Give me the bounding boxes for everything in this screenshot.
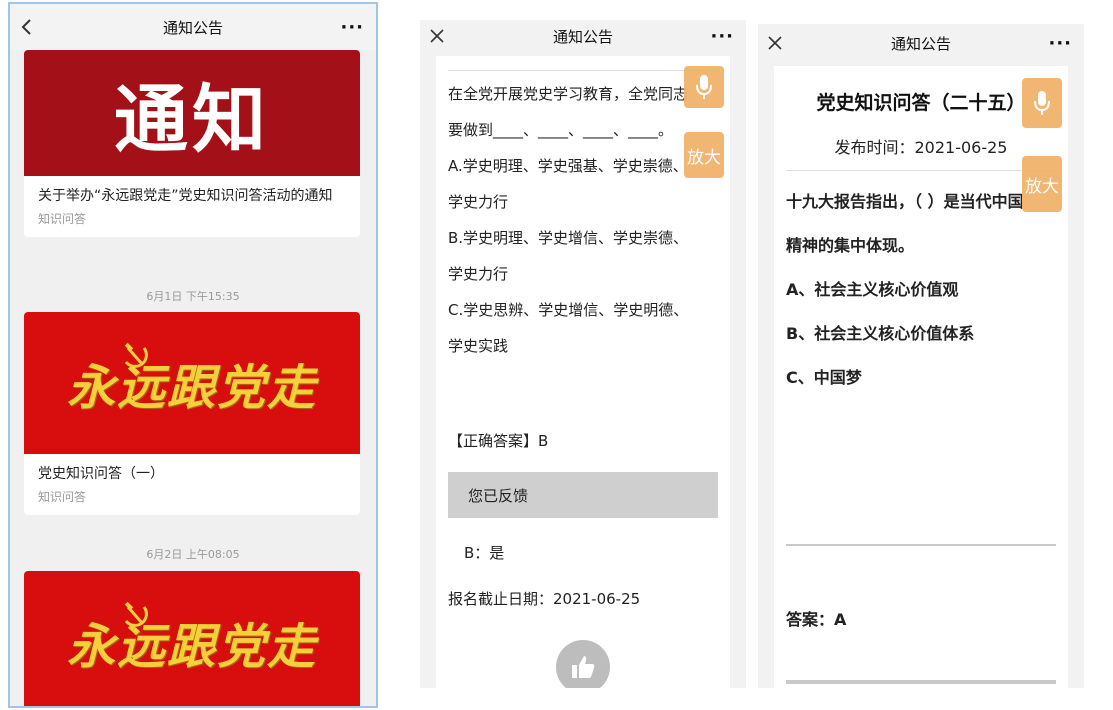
zoom-button[interactable]: 放大 <box>1022 156 1062 212</box>
microphone-icon <box>1034 91 1050 115</box>
quiz-detail-screen: 通知公告 ··· 在全党开展党史学习教育，全党同志 要做到____、____、_… <box>420 20 746 688</box>
voice-button[interactable] <box>1022 78 1062 128</box>
banner-text: 通知 <box>114 76 270 163</box>
microphone-icon <box>696 75 712 99</box>
nav-bar: 通知公告 ··· <box>420 20 746 52</box>
timestamp: 6月2日 上午08:05 <box>146 548 240 561</box>
card-tag: 知识问答 <box>38 490 87 504</box>
notice-card[interactable]: 永远跟党走 <box>24 571 360 706</box>
more-button[interactable]: ··· <box>340 4 364 50</box>
chevron-left-icon <box>21 19 31 35</box>
hammer-sickle-icon <box>124 342 148 368</box>
notice-card[interactable]: 永远跟党走 党史知识问答（一） 知识问答 <box>24 312 360 515</box>
close-icon <box>430 29 444 43</box>
option-b: B、社会主义核心价值体系 <box>786 324 975 343</box>
option-a: A、社会主义核心价值观 <box>786 280 959 299</box>
close-button[interactable] <box>430 20 444 52</box>
divider <box>448 70 718 71</box>
notice-card[interactable]: 通知 关于举办“永远跟党走”党史知识问答活动的通知 知识问答 <box>24 50 360 237</box>
card-title: 关于举办“永远跟党走”党史知识问答活动的通知 <box>38 188 333 204</box>
feedback-value: B：是 <box>464 544 505 562</box>
hammer-sickle-icon <box>124 601 148 627</box>
option-c: C.学史思辨、学史增信、学史明德、 <box>448 301 689 319</box>
nav-bar: 通知公告 ··· <box>758 24 1084 62</box>
option-b: B.学史明理、学史增信、学史崇德、 <box>448 229 689 247</box>
back-button[interactable] <box>20 4 34 50</box>
feedback-bar: 您已反馈 <box>448 472 718 518</box>
nav-title: 通知公告 <box>890 34 951 53</box>
notice-list-screen: 通知公告 ··· 通知 关于举办“永远跟党走”党史知识问答活动的通知 知识问答 … <box>8 2 378 708</box>
divider <box>786 170 1056 171</box>
like-button[interactable] <box>556 640 610 688</box>
answer: 答案：A <box>786 610 847 629</box>
divider <box>786 544 1056 546</box>
nav-title: 通知公告 <box>162 18 223 37</box>
close-button[interactable] <box>768 24 782 62</box>
question-text: 在全党开展党史学习教育，全党同志 要做到____、____、____、____。… <box>448 76 718 364</box>
thumbs-up-icon <box>572 656 595 678</box>
close-icon <box>768 36 782 50</box>
voice-button[interactable] <box>684 66 724 108</box>
option-c: C、中国梦 <box>786 368 862 387</box>
banner-text: 永远跟党走 <box>66 619 317 675</box>
timestamp: 6月1日 下午15:35 <box>146 290 240 303</box>
nav-title: 通知公告 <box>552 27 613 46</box>
divider <box>786 680 1056 684</box>
banner-text: 永远跟党走 <box>66 360 317 416</box>
nav-bar: 通知公告 ··· <box>10 4 376 50</box>
publish-time: 发布时间：2021-06-25 <box>834 138 1008 157</box>
card-tag: 知识问答 <box>38 212 87 226</box>
card-title: 党史知识问答（一） <box>38 466 164 482</box>
zoom-button[interactable]: 放大 <box>684 132 724 178</box>
option-a: A.学史明理、学史强基、学史崇德、 <box>448 157 688 175</box>
more-button[interactable]: ··· <box>710 20 734 52</box>
party-banner: 永远跟党走 <box>24 571 360 706</box>
notice-banner: 通知 <box>24 50 360 176</box>
more-button[interactable]: ··· <box>1048 24 1072 62</box>
quiz-detail-screen: 通知公告 ··· 党史知识问答（二十五） 发布时间：2021-06-25 十九大… <box>758 24 1084 688</box>
deadline: 报名截止日期：2021-06-25 <box>448 590 641 608</box>
correct-answer: 【正确答案】B <box>448 432 549 450</box>
question-text: 十九大报告指出，（ ）是当代中国 精神的集中体现。 A、社会主义核心价值观 B、… <box>786 180 1056 400</box>
party-banner: 永远跟党走 <box>24 312 360 454</box>
